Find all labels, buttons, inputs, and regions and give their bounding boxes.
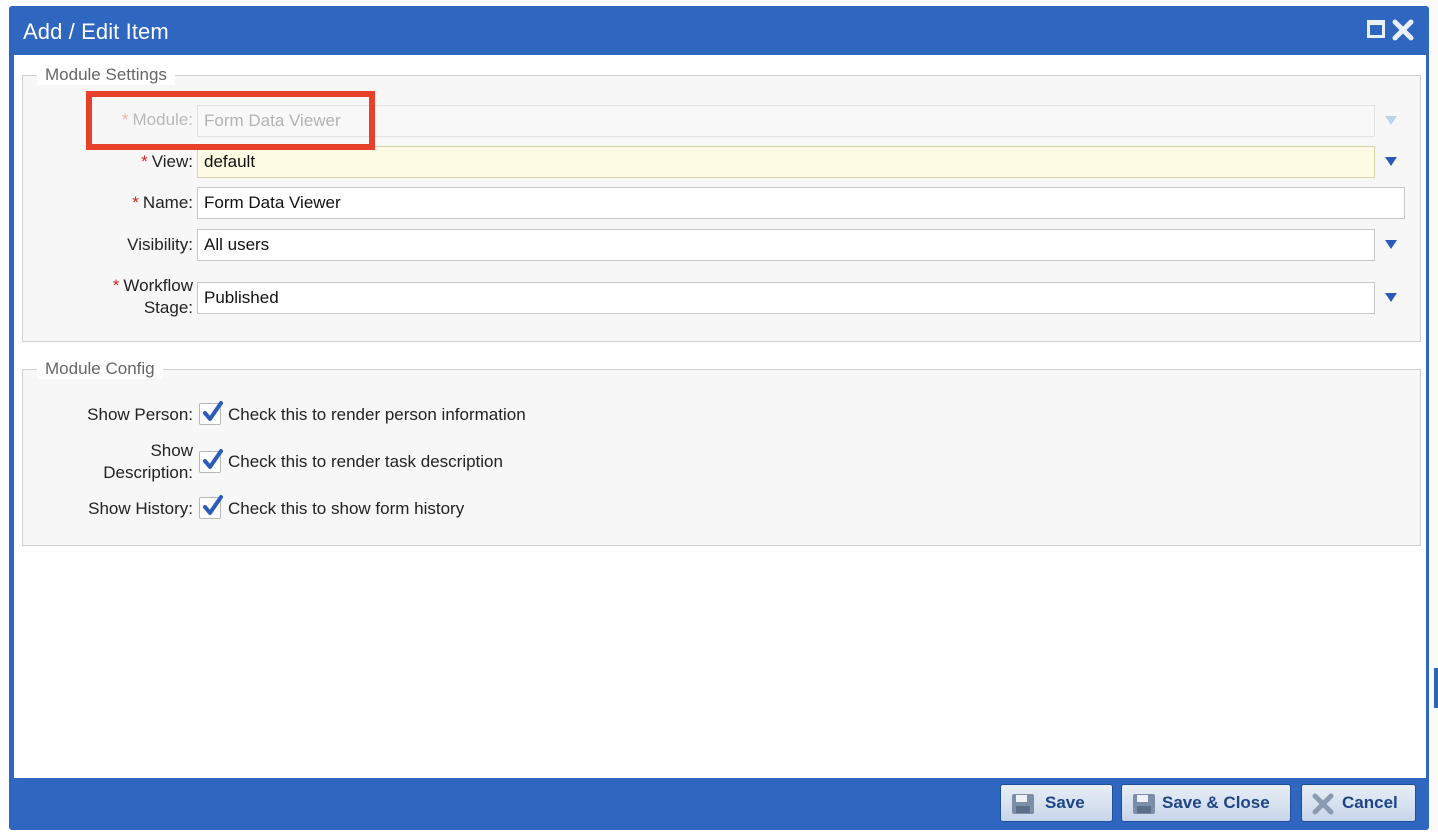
show-description-checkbox[interactable] bbox=[199, 449, 223, 473]
workflow-stage-dropdown-triangle-down-icon[interactable] bbox=[1385, 293, 1397, 302]
checkmark-icon bbox=[203, 401, 223, 421]
show-person-text: Check this to render person information bbox=[228, 405, 526, 424]
workflow-stage-combobox[interactable]: Published bbox=[197, 282, 1375, 314]
module-dropdown-triangle-down-icon bbox=[1385, 116, 1397, 125]
show-history-label: Show History: bbox=[88, 499, 193, 518]
visibility-label: Visibility: bbox=[127, 235, 193, 254]
dialog-footer: Save Save & Close Cancel bbox=[9, 778, 1429, 830]
dialog-titlebar[interactable]: Add / Edit Item bbox=[9, 6, 1429, 55]
module-config-fieldset: Module Config Show Person: Check this to… bbox=[22, 359, 1421, 546]
required-marker: * bbox=[141, 152, 148, 171]
view-dropdown-triangle-down-icon[interactable] bbox=[1385, 157, 1397, 166]
background-page-accent bbox=[1434, 668, 1438, 708]
checkmark-icon bbox=[203, 495, 223, 515]
show-description-label: Show Description: bbox=[103, 441, 193, 482]
maximize-icon[interactable] bbox=[1366, 19, 1390, 43]
visibility-combobox[interactable]: All users bbox=[197, 229, 1375, 261]
checkmark-icon bbox=[203, 449, 223, 469]
show-history-text: Check this to show form history bbox=[228, 499, 465, 518]
name-input[interactable]: Form Data Viewer bbox=[197, 187, 1405, 219]
close-icon[interactable] bbox=[1392, 19, 1416, 43]
visibility-dropdown-triangle-down-icon[interactable] bbox=[1385, 240, 1397, 249]
show-person-label: Show Person: bbox=[87, 405, 193, 424]
dialog-title: Add / Edit Item bbox=[23, 19, 169, 44]
dialog-body: Module Settings * Module: Form Data Viewe… bbox=[14, 55, 1426, 778]
show-history-checkbox[interactable] bbox=[199, 495, 223, 519]
view-combobox[interactable]: default bbox=[197, 146, 1375, 178]
required-marker: * bbox=[132, 193, 139, 212]
module-config-legend: Module Config bbox=[37, 359, 163, 379]
x-icon bbox=[1312, 793, 1334, 815]
save-button[interactable]: Save bbox=[1000, 784, 1113, 822]
cancel-button[interactable]: Cancel bbox=[1301, 784, 1416, 822]
show-person-checkbox[interactable] bbox=[199, 401, 223, 425]
workflow-stage-label: * Workflow Stage: bbox=[112, 276, 193, 317]
name-label: * Name: bbox=[132, 193, 193, 212]
save-and-close-button[interactable]: Save & Close bbox=[1121, 784, 1291, 822]
floppy-disk-icon bbox=[1012, 794, 1034, 814]
required-marker: * bbox=[112, 276, 120, 295]
view-label: * View: bbox=[141, 152, 193, 171]
module-settings-legend: Module Settings bbox=[37, 65, 175, 85]
show-description-text: Check this to render task description bbox=[228, 452, 503, 471]
module-field-highlight-box bbox=[86, 91, 375, 150]
floppy-disk-icon bbox=[1133, 794, 1155, 814]
